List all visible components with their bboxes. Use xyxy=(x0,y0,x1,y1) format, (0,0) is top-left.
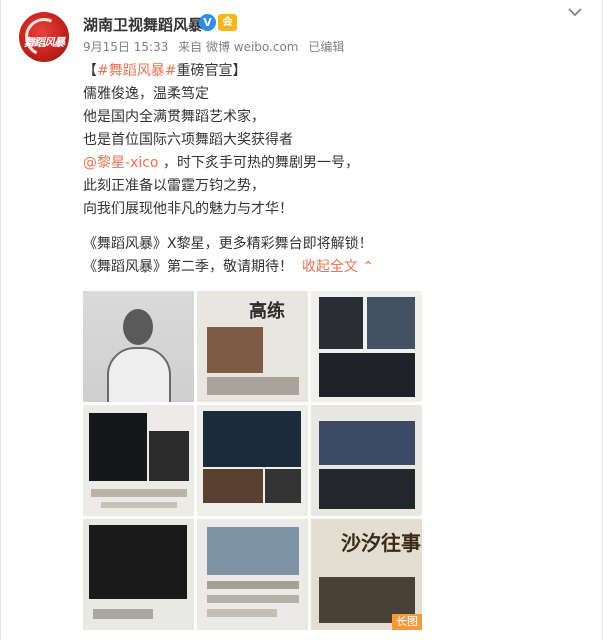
avatar-logo-text: 舞蹈风暴 xyxy=(24,36,65,49)
content-line: 也是首位国际六项舞蹈大奖获得者 xyxy=(83,132,293,148)
post-date-link[interactable]: 9月15日 15:33 xyxy=(83,40,168,54)
content-line: 此刻正准备以雷霆万钧之势， xyxy=(83,178,265,194)
username-link[interactable]: 湖南卫视舞蹈风暴 xyxy=(83,14,203,35)
verified-icon[interactable]: V xyxy=(199,14,216,31)
edited-label[interactable]: 已编辑 xyxy=(308,40,344,54)
image-thumb[interactable] xyxy=(83,291,194,402)
image-thumb[interactable] xyxy=(197,405,308,516)
headline: 【#舞蹈风暴#重磅官宣】 xyxy=(83,63,247,79)
mention-link[interactable]: @黎星-xico xyxy=(83,155,159,171)
image-thumb[interactable] xyxy=(83,405,194,516)
image-thumb[interactable]: 高练 xyxy=(197,291,308,402)
post-meta: 9月15日 15:33 来自 微博 weibo.com 已编辑 xyxy=(83,38,350,55)
image-thumb[interactable] xyxy=(83,519,194,630)
content-line: 向我们展现他非凡的魅力与才华！ xyxy=(83,201,293,217)
chevron-down-icon[interactable] xyxy=(567,6,583,18)
content-line: 他是国内全满贯舞蹈艺术家， xyxy=(83,109,265,125)
collapse-text-link[interactable]: 收起全文 xyxy=(302,259,358,275)
collapse-up-icon[interactable]: ⌃ xyxy=(362,259,374,275)
image-thumb[interactable] xyxy=(311,405,422,516)
hashtag-link[interactable]: #舞蹈风暴# xyxy=(97,63,176,79)
content-line: 《舞蹈风暴》X黎星，更多精彩舞台即将解锁！ xyxy=(83,236,373,252)
image-thumb[interactable] xyxy=(197,519,308,630)
avatar[interactable]: 舞蹈风暴 xyxy=(19,12,69,62)
post-content: 【#舞蹈风暴#重磅官宣】 儒雅俊逸，温柔笃定 他是国内全满贯舞蹈艺术家， 也是首… xyxy=(83,60,583,279)
content-line: 儒雅俊逸，温柔笃定 xyxy=(83,86,209,102)
weibo-post-card: 舞蹈风暴 湖南卫视舞蹈风暴 V 会 9月15日 15:33 来自 微博 weib… xyxy=(0,0,603,640)
image-thumb[interactable]: 沙汐往事 长图 xyxy=(311,519,422,630)
member-icon[interactable]: 会 xyxy=(218,14,237,31)
post-source: 来自 微博 weibo.com xyxy=(178,40,299,54)
content-line-last: 《舞蹈风暴》第二季，敬请期待！ 收起全文 ⌃ xyxy=(83,259,375,275)
image-thumb[interactable] xyxy=(311,291,422,402)
image-grid: 高练 沙汐往事 长图 xyxy=(83,291,423,631)
mention-line: @黎星-xico ，时下炙手可热的舞剧男一号， xyxy=(83,155,359,171)
long-image-badge: 长图 xyxy=(392,614,422,630)
